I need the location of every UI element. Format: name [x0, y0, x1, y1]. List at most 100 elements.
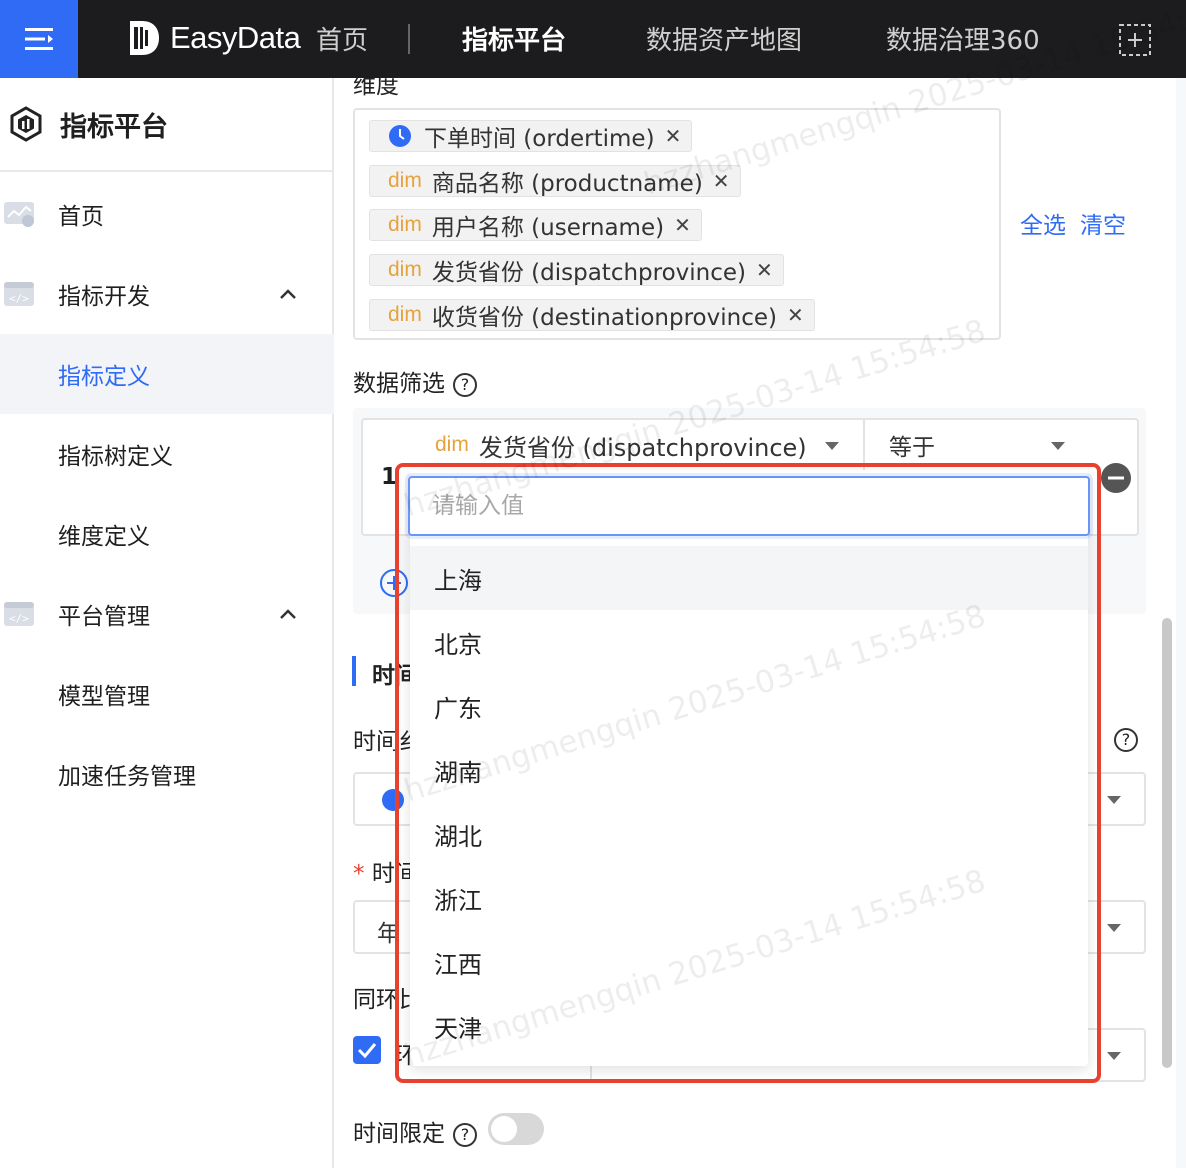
- dim-badge: dim: [388, 169, 422, 192]
- dimension-tag: dim 收货省份 (destinationprovince) ✕: [369, 299, 815, 331]
- sidebar-item-label: 指标开发: [58, 284, 150, 310]
- caret-down-icon: [1107, 796, 1121, 804]
- menu-toggle-button[interactable]: [0, 0, 78, 78]
- time-limit-toggle[interactable]: [488, 1113, 544, 1145]
- sidebar-item-label: 加速任务管理: [58, 764, 196, 790]
- sidebar-title: 指标平台: [60, 111, 168, 143]
- nav-divider: [408, 24, 410, 54]
- nav-data-asset-map[interactable]: 数据资产地图: [646, 20, 802, 57]
- dim-badge: dim: [388, 213, 422, 236]
- check-icon: [357, 1043, 377, 1059]
- caret-down-icon: [1107, 1052, 1121, 1060]
- time-limit-heading: 时间限定?: [353, 1114, 477, 1148]
- dim-badge: dim: [388, 303, 422, 326]
- value-search-input[interactable]: [432, 493, 1052, 519]
- easydata-logo-icon: [130, 21, 159, 55]
- sidebar-item-label: 指标树定义: [58, 444, 173, 470]
- filter-row-number: 1: [381, 464, 398, 490]
- value-dropdown: 上海 北京 广东 湖南 湖北 浙江 江西 天津: [408, 470, 1090, 1066]
- brand-name: EasyData: [170, 20, 301, 55]
- clock-icon: [389, 125, 411, 147]
- svg-text:</>: </>: [9, 292, 29, 305]
- dimension-tag-label: 下单时间 (ordertime): [424, 126, 655, 152]
- sidebar-group-platform-management[interactable]: </> 平台管理: [0, 574, 334, 654]
- clock-icon: [382, 789, 404, 811]
- sidebar-item-metric-definition[interactable]: 指标定义: [0, 334, 334, 414]
- dropdown-option[interactable]: 湖南: [410, 738, 1088, 802]
- sidebar-item-metric-tree[interactable]: 指标树定义: [0, 414, 334, 494]
- dimension-selector[interactable]: 下单时间 (ordertime) ✕ dim 商品名称 (productname…: [353, 108, 1001, 340]
- menu-icon: [25, 28, 53, 50]
- dimension-tag-label: 收货省份 (destinationprovince): [431, 305, 777, 331]
- chevron-up-icon: [280, 609, 296, 619]
- help-icon[interactable]: ?: [1114, 728, 1138, 752]
- close-icon[interactable]: ✕: [787, 303, 804, 327]
- filter-operator-value: 等于: [889, 435, 935, 461]
- time-granularity-heading: * 时间: [353, 854, 418, 888]
- close-icon[interactable]: ✕: [674, 213, 691, 237]
- required-mark: *: [353, 861, 365, 887]
- sidebar: 指标平台 首页 </> 指标开发 指标定义 指标树定义 维度定义 </> 平台管…: [0, 78, 334, 1168]
- dimension-tag-label: 发货省份 (dispatchprovince): [431, 260, 747, 286]
- chevron-up-icon: [280, 289, 296, 299]
- sidebar-header: 指标平台: [0, 78, 334, 172]
- close-icon[interactable]: ✕: [756, 258, 773, 282]
- dimension-label: 维度: [353, 78, 399, 99]
- close-icon[interactable]: ✕: [665, 124, 682, 148]
- nav-metric-platform[interactable]: 指标平台: [462, 20, 566, 57]
- time-limit-label: 时间限定: [353, 1121, 445, 1147]
- dim-badge: dim: [435, 433, 469, 456]
- fullscreen-icon[interactable]: [1117, 22, 1153, 58]
- dimension-tag-label: 用户名称 (username): [431, 215, 665, 241]
- dropdown-option[interactable]: 浙江: [410, 866, 1088, 930]
- sidebar-item-label: 维度定义: [58, 524, 150, 550]
- dropdown-option[interactable]: 天津: [410, 994, 1088, 1058]
- scrollbar[interactable]: [1162, 618, 1172, 1068]
- clear-link[interactable]: 清空: [1080, 206, 1126, 240]
- dropdown-option[interactable]: 广东: [410, 674, 1088, 738]
- nav-data-governance[interactable]: 数据治理360: [886, 20, 1040, 57]
- dimension-tag: dim 用户名称 (username) ✕: [369, 209, 702, 241]
- select-all-link[interactable]: 全选: [1020, 206, 1066, 240]
- platform-logo-icon: [10, 106, 42, 142]
- dimension-tag: dim 发货省份 (dispatchprovince) ✕: [369, 254, 784, 286]
- dropdown-option-list: 上海 北京 广东 湖南 湖北 浙江 江西 天津: [410, 546, 1088, 1058]
- filter-field-select[interactable]: dim 发货省份 (dispatchprovince): [413, 420, 863, 470]
- value-input-wrapper: [408, 476, 1090, 536]
- help-icon[interactable]: ?: [453, 372, 477, 397]
- time-granularity-value: 年: [377, 921, 400, 947]
- dropdown-option[interactable]: 上海: [410, 546, 1088, 610]
- code-icon: </>: [4, 282, 34, 306]
- sidebar-item-model-management[interactable]: 模型管理: [0, 654, 334, 734]
- caret-down-icon: [825, 442, 839, 450]
- sidebar-item-home[interactable]: 首页: [0, 174, 334, 254]
- mom-checkbox[interactable]: [353, 1036, 381, 1064]
- dashboard-icon: [4, 202, 34, 227]
- close-icon[interactable]: ✕: [713, 169, 730, 193]
- help-icon[interactable]: ?: [453, 1122, 477, 1147]
- dropdown-option[interactable]: 湖北: [410, 802, 1088, 866]
- svg-text:</>: </>: [9, 612, 29, 625]
- sidebar-item-label: 模型管理: [58, 684, 150, 710]
- sidebar-group-metric-dev[interactable]: </> 指标开发: [0, 254, 334, 334]
- remove-row-icon[interactable]: [1100, 462, 1132, 494]
- sidebar-item-label: 首页: [58, 204, 104, 230]
- dimension-tag-label: 商品名称 (productname): [431, 171, 703, 197]
- data-filter-label: 数据筛选: [353, 371, 445, 397]
- sidebar-item-label: 平台管理: [58, 604, 150, 630]
- sidebar-item-acceleration-tasks[interactable]: 加速任务管理: [0, 734, 334, 814]
- dropdown-option[interactable]: 江西: [410, 930, 1088, 994]
- dimension-tag: dim 商品名称 (productname) ✕: [369, 165, 741, 197]
- code-icon: </>: [4, 602, 34, 626]
- add-filter-icon[interactable]: [379, 568, 409, 598]
- data-filter-heading: 数据筛选?: [353, 364, 477, 398]
- nav-home[interactable]: 首页: [316, 20, 368, 57]
- section-accent-bar: [352, 656, 356, 686]
- dropdown-option[interactable]: 北京: [410, 610, 1088, 674]
- sidebar-item-label: 指标定义: [58, 364, 150, 390]
- top-nav-bar: EasyData 首页 指标平台 数据资产地图 数据治理360: [0, 0, 1186, 78]
- dimension-tag: 下单时间 (ordertime) ✕: [369, 120, 693, 152]
- filter-operator-select[interactable]: 等于: [863, 420, 1065, 470]
- brand[interactable]: EasyData: [126, 16, 301, 60]
- sidebar-item-dimension-definition[interactable]: 维度定义: [0, 494, 334, 574]
